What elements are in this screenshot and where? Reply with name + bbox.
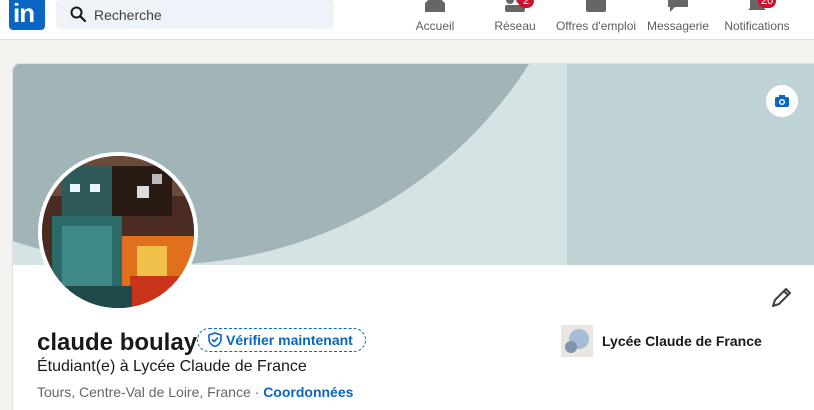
- nav-item-jobs[interactable]: Offres d'emploi: [553, 0, 639, 40]
- profile-card: claude boulay Vérifier maintenant Étudia…: [12, 63, 814, 410]
- nav-item-network[interactable]: 2 Réseau: [485, 0, 545, 40]
- profile-location: Tours, Centre-Val de Loire, France: [37, 384, 251, 400]
- profile-name: claude boulay: [37, 329, 198, 356]
- pencil-icon: [772, 288, 791, 307]
- school-logo-image: [565, 329, 589, 353]
- camera-icon: [775, 95, 789, 107]
- messaging-icon: [668, 0, 688, 12]
- profile-headline: Étudiant(e) à Lycée Claude de France: [37, 358, 307, 375]
- jobs-icon: [586, 0, 606, 12]
- nav-item-label: Notifications: [724, 19, 790, 33]
- search-icon: [70, 6, 86, 22]
- notifications-badge: 20: [758, 0, 777, 8]
- top-navigation-bar: in Recherche Accueil 2 Réseau Offres d'e…: [0, 0, 814, 40]
- nav-item-notifications[interactable]: 20 Notifications: [720, 0, 794, 40]
- linkedin-logo[interactable]: in: [9, 0, 45, 30]
- search-placeholder: Recherche: [94, 7, 162, 23]
- nav-item-label: Messagerie: [646, 19, 710, 33]
- home-icon: [425, 0, 445, 12]
- shield-icon: [208, 332, 222, 347]
- search-input[interactable]: Recherche: [56, 0, 334, 29]
- nav-item-label: Réseau: [494, 19, 536, 33]
- avatar-image: [42, 156, 194, 308]
- school-name: Lycée Claude de France: [602, 333, 762, 349]
- school-logo: [561, 325, 593, 357]
- logo-text: in: [13, 0, 35, 28]
- verify-now-button[interactable]: Vérifier maintenant: [197, 328, 366, 352]
- contact-info-link[interactable]: Coordonnées: [263, 384, 353, 400]
- verify-label: Vérifier maintenant: [226, 332, 353, 348]
- nav-item-label: Accueil: [415, 19, 455, 33]
- profile-location-line: Tours, Centre-Val de Loire, France · Coo…: [37, 384, 353, 400]
- separator: ·: [250, 384, 264, 400]
- edit-banner-button[interactable]: [766, 85, 798, 117]
- nav-item-label: Offres d'emploi: [555, 19, 637, 33]
- nav-item-messaging[interactable]: Messagerie: [645, 0, 711, 40]
- nav-item-home[interactable]: Accueil: [405, 0, 465, 40]
- network-badge: 2: [518, 0, 534, 8]
- edit-profile-button[interactable]: [767, 284, 795, 312]
- avatar[interactable]: [38, 152, 198, 312]
